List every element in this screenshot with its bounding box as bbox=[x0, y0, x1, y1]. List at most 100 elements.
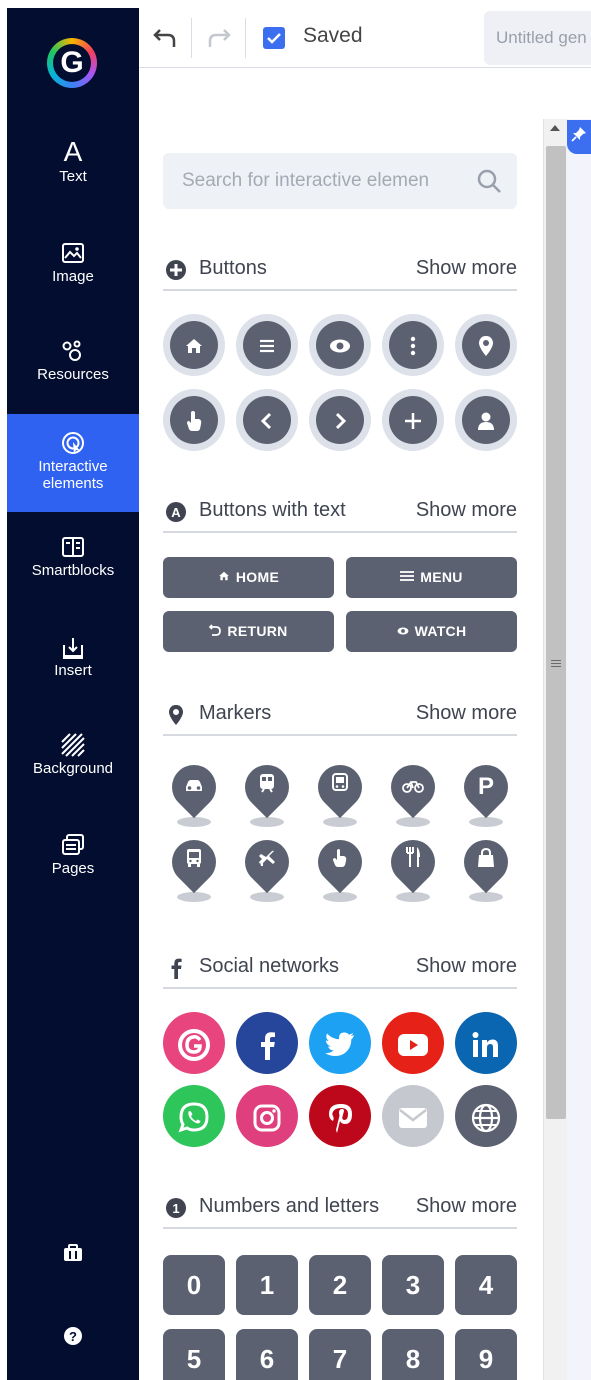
background-icon bbox=[7, 728, 139, 760]
plane-marker[interactable] bbox=[235, 830, 299, 906]
scrollbar-thumb[interactable] bbox=[546, 146, 566, 1119]
resources-icon bbox=[7, 334, 139, 366]
car-marker[interactable] bbox=[162, 755, 226, 831]
linkedin-icon[interactable] bbox=[455, 1012, 517, 1074]
section-social-networks-header: Social networks Show more bbox=[163, 951, 517, 989]
eye-icon bbox=[397, 611, 409, 652]
bicycle-marker[interactable] bbox=[381, 755, 445, 831]
button-user[interactable] bbox=[455, 389, 517, 451]
top-toolbar: Saved Untitled gen bbox=[139, 8, 591, 68]
toolbox-icon[interactable] bbox=[7, 1244, 139, 1267]
button-menu[interactable] bbox=[236, 314, 298, 376]
bus-marker[interactable] bbox=[162, 830, 226, 906]
location-pin-icon bbox=[165, 704, 187, 726]
number-button-3[interactable]: 3 bbox=[382, 1255, 444, 1315]
youtube-icon[interactable] bbox=[382, 1012, 444, 1074]
nav-item-pages[interactable]: Pages bbox=[7, 828, 139, 898]
button-chevron-right[interactable] bbox=[309, 389, 371, 451]
train-marker[interactable] bbox=[235, 755, 299, 831]
toolbar-spacer bbox=[139, 69, 591, 119]
show-more-buttons-link[interactable]: Show more bbox=[416, 257, 517, 280]
button-chevron-left[interactable] bbox=[236, 389, 298, 451]
nav-item-image[interactable]: Image bbox=[7, 236, 139, 306]
button-plus[interactable] bbox=[382, 389, 444, 451]
panel-scrollbar[interactable] bbox=[543, 119, 567, 1380]
redo-icon[interactable] bbox=[203, 22, 233, 52]
canvas-area[interactable] bbox=[567, 119, 591, 1380]
saved-status: Saved bbox=[303, 24, 363, 47]
plus-circle-icon bbox=[165, 259, 187, 281]
scroll-up-arrow-icon[interactable] bbox=[550, 125, 560, 131]
number-button-6[interactable]: 6 bbox=[236, 1329, 298, 1380]
bus-icon bbox=[172, 840, 216, 884]
nav-item-insert[interactable]: Insert bbox=[7, 630, 139, 700]
nav-item-text[interactable]: A Text bbox=[7, 136, 139, 206]
button-home[interactable] bbox=[163, 314, 225, 376]
instagram-icon[interactable] bbox=[236, 1085, 298, 1147]
return-text-button[interactable]: RETURN bbox=[163, 611, 334, 652]
show-more-numbers-letters-link[interactable]: Show more bbox=[416, 1195, 517, 1218]
shopping-bag-marker[interactable] bbox=[454, 830, 518, 906]
show-more-social-networks-link[interactable]: Show more bbox=[416, 955, 517, 978]
interactive-elements-panel: Search for interactive elemen Buttons Sh… bbox=[139, 119, 543, 1380]
parking-icon: P bbox=[477, 773, 494, 800]
nav-item-interactive-elements[interactable]: Interactive elements bbox=[7, 414, 139, 512]
section-markers-header: Markers Show more bbox=[163, 698, 517, 736]
parking-marker[interactable]: P bbox=[454, 755, 518, 831]
help-icon[interactable]: ? bbox=[7, 1326, 139, 1351]
number-button-0[interactable]: 0 bbox=[163, 1255, 225, 1315]
home-text-button[interactable]: HOME bbox=[163, 557, 334, 598]
nav-item-background[interactable]: Background bbox=[7, 728, 139, 798]
show-more-buttons-with-text-link[interactable]: Show more bbox=[416, 499, 517, 522]
whatsapp-icon[interactable] bbox=[163, 1085, 225, 1147]
number-button-5[interactable]: 5 bbox=[163, 1329, 225, 1380]
nav-item-resources[interactable]: Resources bbox=[7, 334, 139, 404]
facebook-icon[interactable] bbox=[236, 1012, 298, 1074]
letter-a-circle-icon: A bbox=[165, 501, 187, 523]
restaurant-marker[interactable] bbox=[381, 830, 445, 906]
section-buttons-header: Buttons Show more bbox=[163, 253, 517, 291]
home-icon bbox=[218, 557, 230, 598]
number-button-4[interactable]: 4 bbox=[455, 1255, 517, 1315]
plane-icon bbox=[245, 840, 289, 884]
pinterest-icon[interactable] bbox=[309, 1085, 371, 1147]
genially-logo[interactable]: G bbox=[47, 38, 97, 88]
button-more-vertical[interactable] bbox=[382, 314, 444, 376]
button-eye[interactable] bbox=[309, 314, 371, 376]
insert-icon bbox=[7, 630, 139, 662]
show-more-markers-link[interactable]: Show more bbox=[416, 702, 517, 725]
number-button-9[interactable]: 9 bbox=[455, 1329, 517, 1380]
image-icon bbox=[7, 236, 139, 268]
hand-icon bbox=[318, 840, 362, 884]
hand-marker[interactable] bbox=[308, 830, 372, 906]
train-icon bbox=[245, 765, 289, 809]
email-icon[interactable] bbox=[382, 1085, 444, 1147]
bus-front-icon bbox=[318, 765, 362, 809]
genially-social-icon[interactable] bbox=[163, 1012, 225, 1074]
search-input[interactable]: Search for interactive elemen bbox=[163, 153, 517, 209]
nav-item-smartblocks[interactable]: Smartblocks bbox=[7, 530, 139, 600]
button-location-pin[interactable] bbox=[455, 314, 517, 376]
button-hand-pointer[interactable] bbox=[163, 389, 225, 451]
menu-text-button[interactable]: MENU bbox=[346, 557, 517, 598]
smartblocks-icon bbox=[7, 530, 139, 562]
menu-icon bbox=[400, 557, 415, 598]
search-icon[interactable] bbox=[475, 167, 503, 200]
undo-icon[interactable] bbox=[151, 22, 181, 52]
globe-icon[interactable] bbox=[455, 1085, 517, 1147]
number-button-2[interactable]: 2 bbox=[309, 1255, 371, 1315]
number-button-7[interactable]: 7 bbox=[309, 1329, 371, 1380]
svg-text:A: A bbox=[171, 505, 181, 520]
pin-icon[interactable] bbox=[567, 120, 591, 154]
bus-front-marker[interactable] bbox=[308, 755, 372, 831]
document-title-input[interactable]: Untitled gen bbox=[484, 11, 591, 65]
section-buttons-with-text-header: A Buttons with text Show more bbox=[163, 495, 517, 533]
watch-text-button[interactable]: WATCH bbox=[346, 611, 517, 652]
return-icon bbox=[209, 611, 222, 652]
number-button-1[interactable]: 1 bbox=[236, 1255, 298, 1315]
twitter-icon[interactable] bbox=[309, 1012, 371, 1074]
number-button-8[interactable]: 8 bbox=[382, 1329, 444, 1380]
section-numbers-letters-header: 1 Numbers and letters Show more bbox=[163, 1191, 517, 1229]
saved-check-icon bbox=[263, 27, 285, 49]
grip-icon bbox=[551, 660, 561, 669]
